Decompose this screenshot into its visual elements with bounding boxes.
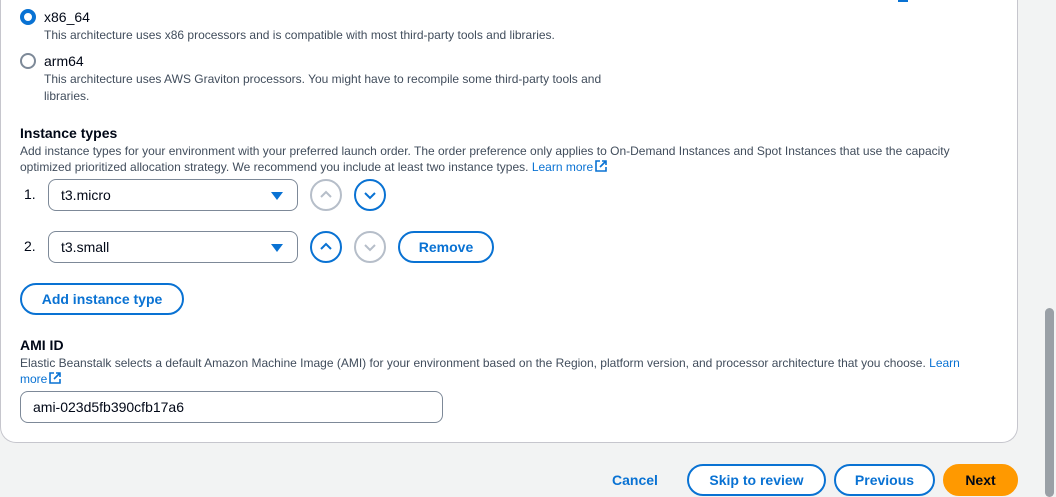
move-up-button-1[interactable] [310, 179, 342, 211]
chevron-down-icon [364, 192, 376, 200]
move-down-button-2[interactable] [354, 231, 386, 263]
add-instance-type-button[interactable]: Add instance type [20, 283, 184, 315]
ami-id-title: AMI ID [20, 337, 64, 353]
arm64-description-line1: This architecture uses AWS Graviton proc… [44, 72, 602, 86]
scrollbar-track[interactable] [1042, 0, 1056, 497]
caret-down-icon [271, 192, 283, 200]
instance-types-description-line1: Add instance types for your environment … [20, 144, 950, 158]
x86-64-description: This architecture uses x86 processors an… [44, 28, 555, 42]
instance-types-learn-more-link[interactable]: Learn more [532, 160, 608, 174]
external-link-icon [595, 160, 608, 172]
move-up-button-2[interactable] [310, 231, 342, 263]
ami-learn-more-link-part2[interactable]: more [20, 372, 47, 386]
chevron-up-icon [320, 190, 332, 198]
instance-row-number-2: 2. [24, 238, 36, 254]
instance-type-select-1[interactable]: t3.micro [48, 179, 298, 211]
radio-label-x86-64: x86_64 [44, 9, 90, 25]
external-link-icon-fragment [898, 0, 908, 2]
radio-x86-64[interactable] [20, 9, 36, 25]
skip-to-review-button[interactable]: Skip to review [687, 464, 826, 496]
remove-button[interactable]: Remove [398, 231, 494, 263]
radio-arm64[interactable] [20, 53, 36, 69]
radio-label-arm64: arm64 [44, 53, 84, 69]
instance-row-number-1: 1. [24, 186, 36, 202]
ami-learn-more-link-part1[interactable]: Learn [929, 356, 960, 370]
arm64-description-line2: libraries. [44, 89, 90, 103]
ami-learn-more-link[interactable]: more [20, 372, 62, 386]
previous-button[interactable]: Previous [834, 464, 935, 496]
chevron-up-icon [320, 242, 332, 250]
instance-types-description-line2: optimized prioritized allocation strateg… [20, 159, 1000, 176]
external-link-icon [49, 372, 62, 384]
instance-types-title: Instance types [20, 125, 118, 141]
scrollbar-thumb[interactable] [1045, 308, 1054, 497]
next-button[interactable]: Next [943, 464, 1018, 496]
instance-type-select-1-value: t3.micro [61, 187, 111, 203]
instance-type-select-2-value: t3.small [61, 239, 110, 255]
cancel-button[interactable]: Cancel [600, 464, 670, 496]
ami-id-input[interactable]: ami-023d5fb390cfb17a6 [20, 391, 443, 423]
caret-down-icon [271, 244, 283, 252]
chevron-down-icon [364, 244, 376, 252]
move-down-button-1[interactable] [354, 179, 386, 211]
instance-types-description-text: optimized prioritized allocation strateg… [20, 160, 529, 174]
learn-more-text[interactable]: Learn more [532, 160, 593, 174]
instance-type-select-2[interactable]: t3.small [48, 231, 298, 263]
ami-description-text: Elastic Beanstalk selects a default Amaz… [20, 356, 926, 370]
ami-description-line1: Elastic Beanstalk selects a default Amaz… [20, 355, 1000, 372]
ami-description-line2: more [20, 371, 1000, 388]
